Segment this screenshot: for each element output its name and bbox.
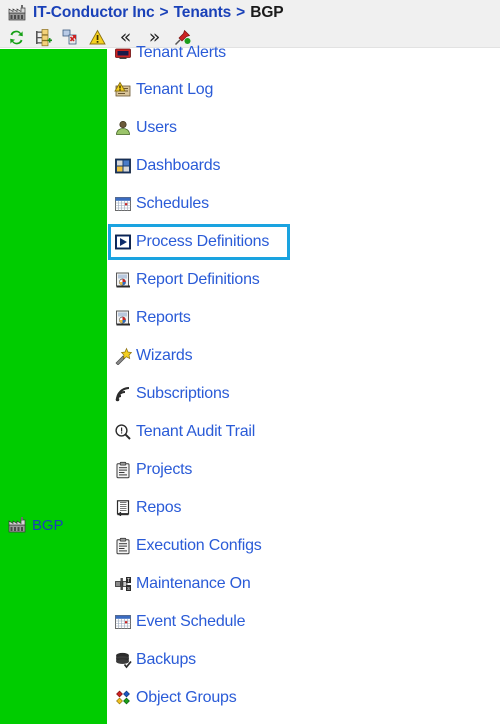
refresh-icon[interactable] [6, 27, 27, 48]
menu-item-label: Process Definitions [136, 233, 270, 250]
menu-item-maintenance-on[interactable]: T s Maintenance On [108, 569, 251, 599]
factory-icon [8, 516, 26, 534]
report-definitions-icon [114, 271, 132, 289]
warning-icon[interactable] [87, 27, 108, 48]
menu-item-tenant-audit-trail[interactable]: Tenant Audit Trail [108, 417, 255, 447]
add-node-icon[interactable] [33, 27, 54, 48]
tenant-log-icon [114, 81, 132, 99]
menu-item-label: Object Groups [136, 689, 237, 706]
users-icon [114, 119, 132, 137]
menu-item-backups[interactable]: Backups [108, 645, 196, 675]
object-groups-icon [114, 689, 132, 707]
menu-item-tenant-log[interactable]: Tenant Log [108, 75, 213, 105]
tenant-audit-trail-icon [114, 423, 132, 441]
menu-item-execution-configs[interactable]: Execution Configs [108, 531, 262, 561]
wizards-icon [114, 347, 132, 365]
schedules-icon [114, 195, 132, 213]
sidebar-item-label: BGP [32, 516, 64, 534]
menu-item-label: Tenant Audit Trail [136, 423, 256, 440]
process-definitions-icon [114, 233, 132, 251]
dashboards-icon [114, 157, 132, 175]
menu-item-users[interactable]: Users [108, 113, 177, 143]
tenant-alerts-icon [114, 44, 132, 62]
sidebar-item-bgp[interactable]: BGP [8, 516, 63, 534]
menu-item-projects[interactable]: Projects [108, 455, 192, 485]
execution-configs-icon [114, 537, 132, 555]
menu-item-label: Report Definitions [136, 271, 260, 288]
maintenance-on-icon: T s [114, 575, 132, 593]
factory-icon [8, 4, 26, 22]
header-bar: IT-Conductor Inc > Tenants > BGP « » [0, 0, 500, 48]
menu-item-dashboards[interactable]: Dashboards [108, 151, 220, 181]
menu-item-label: Schedules [136, 195, 209, 212]
repos-icon [114, 499, 132, 517]
menu-item-subscriptions[interactable]: Subscriptions [108, 379, 230, 409]
menu-item-tenant-alerts[interactable]: Tenant Alerts [108, 38, 226, 68]
menu-item-wizards[interactable]: Wizards [108, 341, 193, 371]
breadcrumb-parent[interactable]: Tenants [174, 4, 232, 22]
menu-item-label: Projects [136, 461, 193, 478]
menu-item-label: Dashboards [136, 157, 221, 174]
menu-item-report-definitions[interactable]: Report Definitions [108, 265, 260, 295]
menu-item-label: Users [136, 119, 177, 136]
breadcrumb-current: BGP [250, 4, 284, 21]
svg-text:s: s [127, 586, 130, 592]
event-schedule-icon [114, 613, 132, 631]
menu-item-label: Event Schedule [136, 613, 246, 630]
menu-item-label: Tenant Alerts [136, 44, 226, 61]
projects-icon [114, 461, 132, 479]
menu-item-object-groups[interactable]: Object Groups [108, 683, 237, 713]
breadcrumb: IT-Conductor Inc > Tenants > BGP [8, 2, 284, 24]
menu-item-label: Backups [136, 651, 196, 668]
menu-item-process-definitions[interactable]: Process Definitions [108, 224, 290, 260]
menu-item-label: Repos [136, 499, 182, 516]
menu-item-label: Wizards [136, 347, 193, 364]
menu-item-schedules[interactable]: Schedules [108, 189, 209, 219]
backups-icon [114, 651, 132, 669]
menu-item-label: Maintenance On [136, 575, 251, 592]
menu-item-label: Tenant Log [136, 81, 214, 98]
delete-node-icon[interactable] [60, 27, 81, 48]
reports-icon [114, 309, 132, 327]
breadcrumb-separator-2: > [236, 4, 246, 21]
tenant-menu-list: Tenant Alerts Tenant Log Users Dashboard… [107, 44, 500, 724]
menu-item-repos[interactable]: Repos [108, 493, 181, 523]
tenant-sidebar: BGP [0, 49, 107, 724]
menu-item-label: Reports [136, 309, 191, 326]
subscriptions-icon [114, 385, 132, 403]
application-window: IT-Conductor Inc > Tenants > BGP « » BGP… [0, 0, 500, 724]
menu-item-label: Subscriptions [136, 385, 230, 402]
breadcrumb-root[interactable]: IT-Conductor Inc [33, 4, 155, 22]
menu-item-label: Execution Configs [136, 537, 262, 554]
menu-item-event-schedule[interactable]: Event Schedule [108, 607, 245, 637]
menu-item-reports[interactable]: Reports [108, 303, 191, 333]
breadcrumb-separator-1: > [159, 4, 169, 21]
